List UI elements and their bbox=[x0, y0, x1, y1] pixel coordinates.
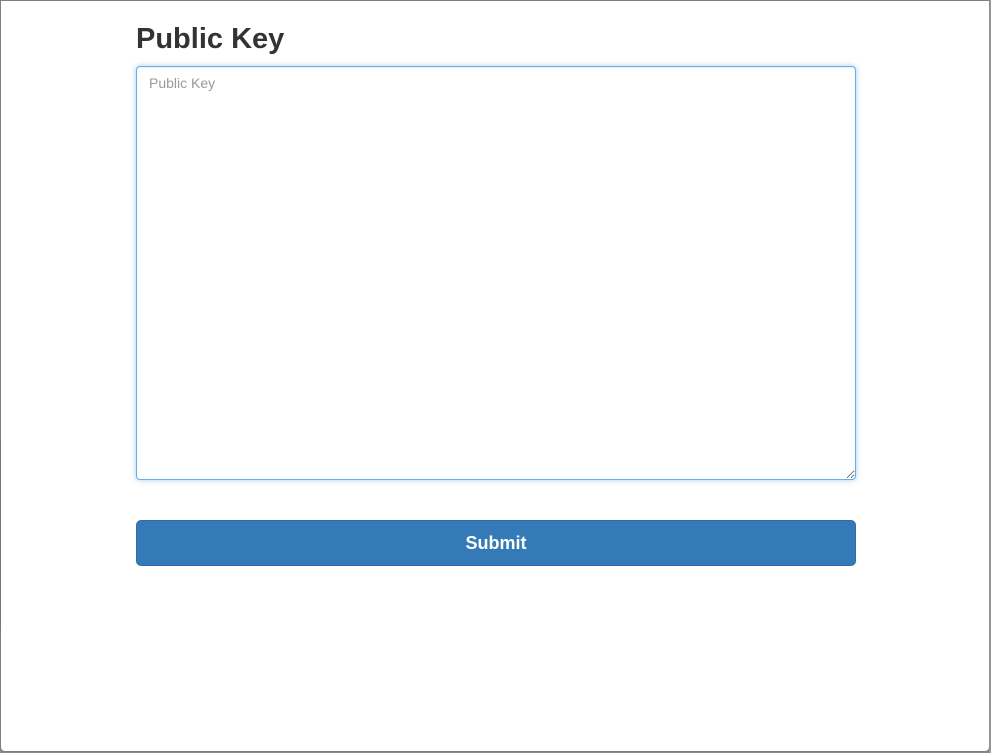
public-key-form: Public Key Submit bbox=[136, 1, 856, 566]
submit-button[interactable]: Submit bbox=[136, 520, 856, 566]
page-title: Public Key bbox=[136, 23, 285, 55]
public-key-dialog: Public Key Submit bbox=[1, 1, 989, 751]
public-key-textarea[interactable] bbox=[136, 66, 856, 480]
